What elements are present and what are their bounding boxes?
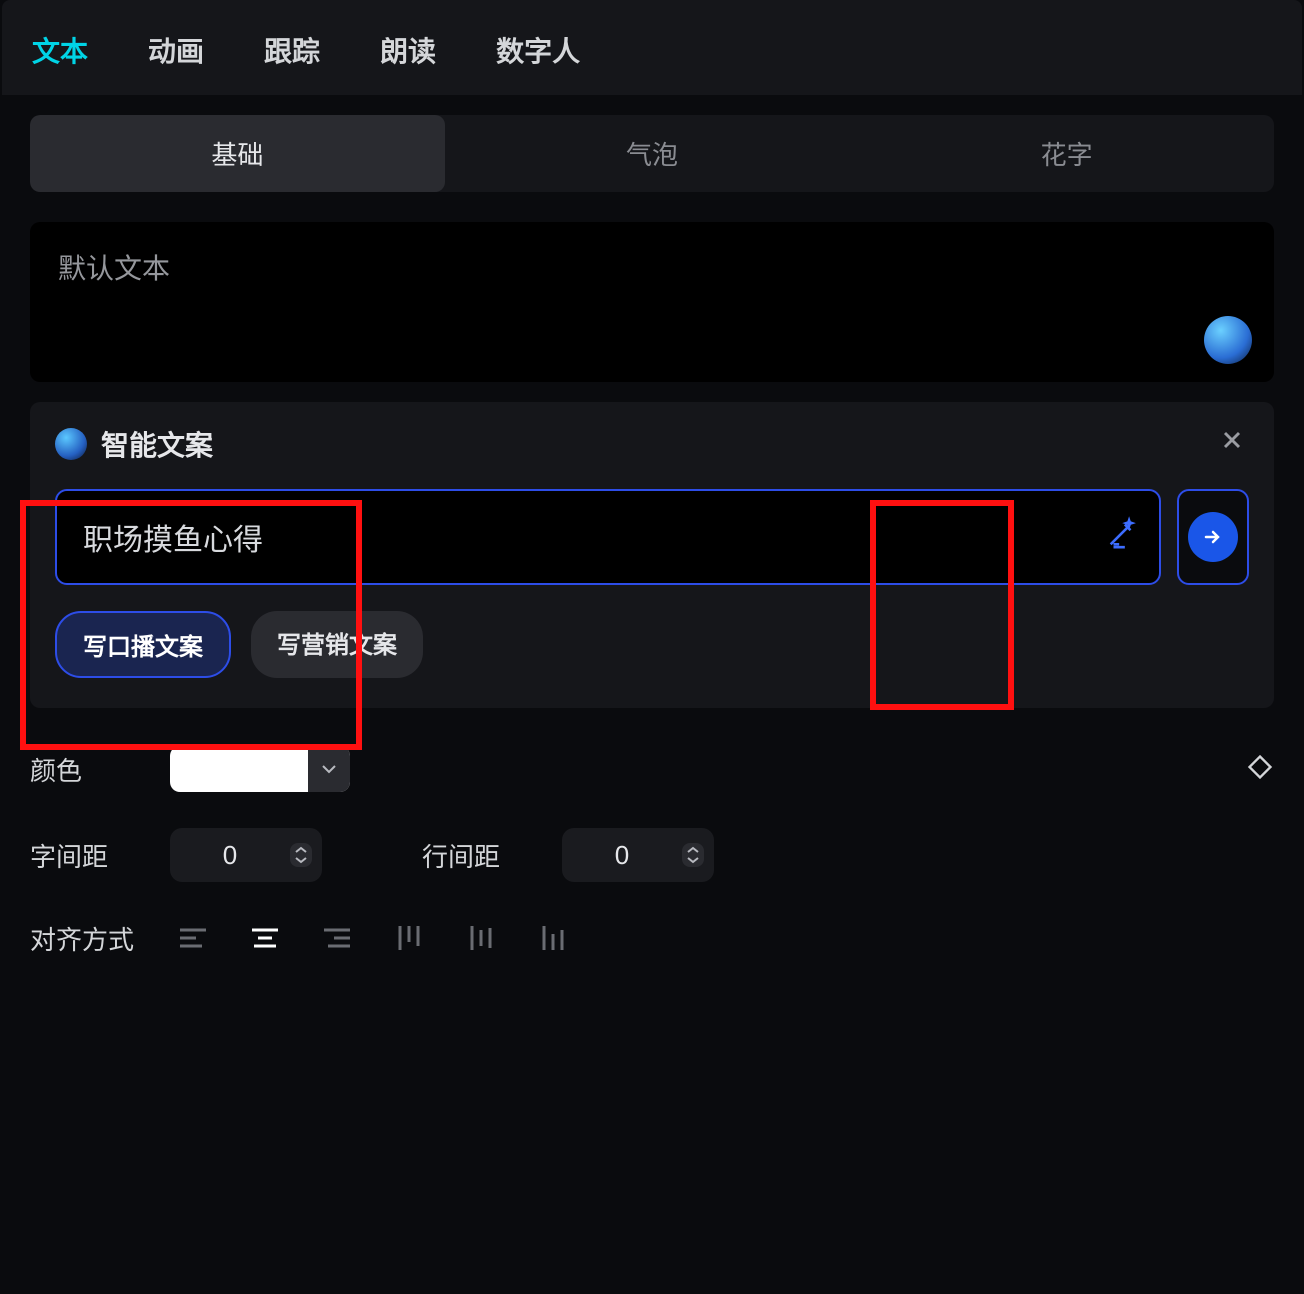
- subtab-basic[interactable]: 基础: [30, 115, 445, 192]
- align-right-icon: [322, 926, 352, 950]
- ai-orb-icon[interactable]: [1204, 316, 1252, 364]
- alignment-label: 对齐方式: [30, 920, 140, 957]
- subtab-fancy[interactable]: 花字: [859, 115, 1274, 192]
- line-spacing-input[interactable]: 0: [562, 828, 714, 882]
- subtab-bubble[interactable]: 气泡: [445, 115, 860, 192]
- align-left-button[interactable]: [170, 918, 216, 958]
- chip-marketing-copy[interactable]: 写营销文案: [251, 611, 423, 678]
- sub-tabs: 基础 气泡 花字: [30, 115, 1274, 192]
- letter-spacing-label: 字间距: [30, 837, 140, 874]
- close-icon: [1218, 426, 1246, 454]
- chevron-down-icon: [294, 856, 308, 864]
- align-center-button[interactable]: [242, 918, 288, 958]
- chevron-down-icon: [321, 764, 337, 774]
- align-right-button[interactable]: [314, 918, 360, 958]
- chevron-down-icon: [686, 856, 700, 864]
- chevron-up-icon: [686, 846, 700, 854]
- ai-writer-panel: 智能文案 职场摸鱼心得: [30, 402, 1274, 708]
- chip-narration-copy[interactable]: 写口播文案: [55, 611, 231, 678]
- spinner-stepper[interactable]: [682, 843, 704, 867]
- magic-wand-icon[interactable]: [1105, 516, 1139, 558]
- vertical-align-right-icon: [538, 924, 568, 952]
- color-dropdown-button[interactable]: [308, 746, 350, 792]
- color-swatch[interactable]: [170, 746, 350, 792]
- ai-panel-title: 智能文案: [101, 424, 213, 464]
- align-center-icon: [250, 926, 280, 950]
- submit-button[interactable]: [1177, 489, 1249, 585]
- tab-text[interactable]: 文本: [32, 30, 88, 70]
- vertical-align-right-button[interactable]: [530, 918, 576, 958]
- line-spacing-value: 0: [562, 840, 682, 871]
- vertical-align-center-button[interactable]: [458, 918, 504, 958]
- ai-input-value: 职场摸鱼心得: [83, 524, 263, 557]
- text-input-box[interactable]: 默认文本: [30, 222, 1274, 382]
- top-tabs: 文本 动画 跟踪 朗读 数字人: [2, 0, 1302, 95]
- tab-animation[interactable]: 动画: [148, 30, 204, 70]
- tab-digital-human[interactable]: 数字人: [496, 30, 580, 70]
- line-spacing-label: 行间距: [422, 837, 532, 874]
- chevron-up-icon: [294, 846, 308, 854]
- spinner-stepper[interactable]: [290, 843, 312, 867]
- letter-spacing-value: 0: [170, 840, 290, 871]
- tab-narration[interactable]: 朗读: [380, 30, 436, 70]
- color-label: 颜色: [30, 751, 140, 788]
- text-placeholder: 默认文本: [58, 247, 1246, 287]
- tab-tracking[interactable]: 跟踪: [264, 30, 320, 70]
- vertical-align-left-icon: [394, 924, 424, 952]
- keyframe-diamond-icon[interactable]: [1246, 753, 1274, 786]
- letter-spacing-input[interactable]: 0: [170, 828, 322, 882]
- vertical-align-left-button[interactable]: [386, 918, 432, 958]
- ai-orb-icon: [55, 428, 87, 460]
- vertical-align-center-icon: [466, 924, 496, 952]
- close-button[interactable]: [1218, 426, 1246, 459]
- align-left-icon: [178, 926, 208, 950]
- arrow-right-icon: [1201, 525, 1225, 549]
- ai-prompt-input[interactable]: 职场摸鱼心得: [55, 489, 1161, 585]
